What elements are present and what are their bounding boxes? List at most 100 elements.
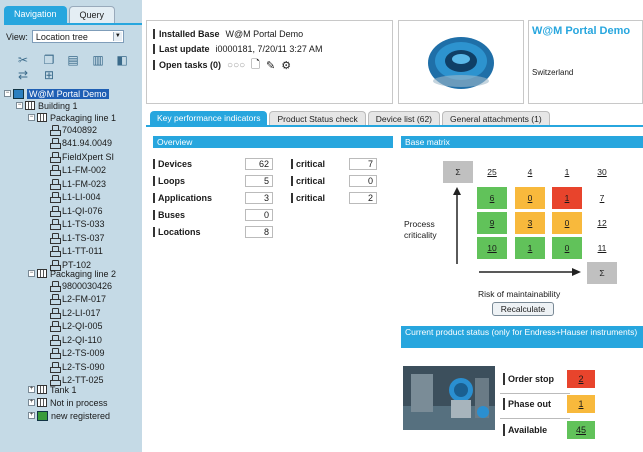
new-device-icon xyxy=(37,410,48,421)
expand-icon[interactable]: + xyxy=(28,399,35,406)
device-icon xyxy=(50,165,61,176)
tree-device[interactable]: L1-TT-011 xyxy=(50,246,103,257)
tree-device-label: L1-QI-076 xyxy=(62,205,103,216)
tree-device[interactable]: L2-QI-110 xyxy=(50,334,102,346)
tree-device[interactable]: 841.94.0049 xyxy=(50,138,112,149)
cut-icon[interactable]: ✂ xyxy=(16,53,30,67)
tree-line-1-label: Packaging line 1 xyxy=(50,112,117,123)
matrix-col-total[interactable]: 30 xyxy=(587,161,617,183)
building-icon xyxy=(37,269,47,278)
tree-device[interactable]: L2-TS-090 xyxy=(50,361,105,373)
tree-line-2[interactable]: − Packaging line 2 xyxy=(28,268,116,279)
tree-device[interactable]: L1-FM-023 xyxy=(50,178,106,190)
kpi-devices-value: 62 xyxy=(245,158,273,170)
tree-device[interactable]: L2-QI-005 xyxy=(50,321,103,332)
add-location-icon[interactable]: ⊞ xyxy=(42,68,56,82)
paste-icon[interactable]: ▤ xyxy=(66,53,80,67)
available-value[interactable]: 45 xyxy=(567,421,595,439)
tree-device[interactable]: L1-FM-002 xyxy=(50,165,106,176)
tree-device[interactable]: L1-QI-076 xyxy=(50,205,103,217)
tab-kpi[interactable]: Key performance indicators xyxy=(150,111,268,125)
export-icon[interactable]: ◧ xyxy=(115,53,129,67)
chevron-down-icon[interactable]: ▼ xyxy=(112,32,122,41)
tree-building[interactable]: − Building 1 xyxy=(16,100,78,111)
tree-root[interactable]: − W@M Portal Demo xyxy=(4,88,109,99)
tree-line-1[interactable]: − Packaging line 1 xyxy=(28,112,116,123)
tree-device[interactable]: L1-LI-004 xyxy=(50,192,101,203)
collapse-icon[interactable]: − xyxy=(28,114,35,121)
tree-device[interactable]: FieldXpert SI xyxy=(50,151,114,163)
matrix-cell[interactable]: 0 xyxy=(552,237,582,259)
criticality-arrow xyxy=(453,187,461,264)
last-update-label: Last update xyxy=(159,44,210,54)
device-icon xyxy=(50,151,61,163)
tree-device[interactable]: L2-LI-017 xyxy=(50,307,101,319)
matrix-col-total[interactable]: 4 xyxy=(515,161,545,183)
matrix-cell[interactable]: 1 xyxy=(552,187,582,209)
matrix-cell[interactable]: 0 xyxy=(515,187,545,209)
order-stop-value[interactable]: 2 xyxy=(567,370,595,388)
matrix-row-total[interactable]: 11 xyxy=(587,237,617,259)
view-select[interactable]: Location tree ▼ xyxy=(31,30,124,43)
matrix-col-total[interactable]: 1 xyxy=(552,161,582,183)
tree-new-registered[interactable]: + new registered xyxy=(28,410,110,421)
kpi-devices-label: Devices xyxy=(153,159,192,169)
overview-header: Overview xyxy=(153,136,393,148)
instrument-photo xyxy=(403,366,495,430)
kpi-loops-critical-value: 0 xyxy=(349,175,377,187)
collapse-icon[interactable]: − xyxy=(16,102,23,109)
installed-base-line: Installed Base W@M Portal Demo xyxy=(153,28,303,40)
tree-device[interactable]: L1-TS-033 xyxy=(50,219,105,230)
tree-root-label: W@M Portal Demo xyxy=(27,88,109,99)
tab-device-list[interactable]: Device list (62) xyxy=(367,111,441,125)
workflow-icon[interactable]: ⚙ xyxy=(281,59,291,72)
matrix-cell[interactable]: 10 xyxy=(477,237,507,259)
device-icon xyxy=(50,307,61,319)
phase-out-label: Phase out xyxy=(503,398,551,410)
matrix-cell[interactable]: 6 xyxy=(477,187,507,209)
tree-device-label: 9800030426 xyxy=(62,280,113,291)
phase-out-value[interactable]: 1 xyxy=(567,395,595,413)
kpi-buses-value: 0 xyxy=(245,209,273,221)
document-icon[interactable]: 🗋 xyxy=(251,56,260,75)
collapse-icon[interactable]: − xyxy=(28,270,35,277)
tree-device-label: L1-TS-033 xyxy=(62,219,105,229)
collapse-icon[interactable]: − xyxy=(4,90,11,97)
view-select-value: Location tree xyxy=(35,32,88,42)
building-icon xyxy=(37,385,47,394)
tree-device[interactable]: 9800030426 xyxy=(50,280,113,292)
tree-device[interactable]: L2-TS-009 xyxy=(50,348,105,359)
matrix-row-total[interactable]: 7 xyxy=(587,187,617,209)
matrix-row-total[interactable]: 12 xyxy=(587,212,617,234)
main-tabs: Key performance indicators Product Statu… xyxy=(150,111,550,125)
matrix-cell[interactable]: 9 xyxy=(477,212,507,234)
kpi-devices-critical-label: critical xyxy=(291,159,325,169)
kpi-loops-critical-label: critical xyxy=(291,176,325,186)
tree-device[interactable]: 7040892 xyxy=(50,124,97,136)
tab-navigation[interactable]: Navigation xyxy=(4,6,67,23)
matrix-cell[interactable]: 1 xyxy=(515,237,545,259)
delete-icon[interactable]: ▥ xyxy=(91,53,105,67)
move-icon[interactable]: ⇄ xyxy=(16,68,30,82)
recalculate-button[interactable]: Recalculate xyxy=(492,302,554,316)
tab-attachments[interactable]: General attachments (1) xyxy=(442,111,550,125)
tree-device[interactable]: L1-TS-037 xyxy=(50,232,105,244)
tree-tank[interactable]: + Tank 1 xyxy=(28,384,77,395)
copy-icon[interactable]: ❐ xyxy=(42,53,56,67)
device-icon xyxy=(50,205,61,217)
matrix-cell[interactable]: 3 xyxy=(515,212,545,234)
expand-icon[interactable]: + xyxy=(28,412,35,419)
tab-query[interactable]: Query xyxy=(68,6,116,23)
edit-icon[interactable]: ✎ xyxy=(266,59,275,72)
tree-device[interactable]: L2-FM-017 xyxy=(50,294,106,305)
device-icon xyxy=(50,178,61,190)
device-icon xyxy=(50,124,61,136)
tree-device-label: L1-TT-011 xyxy=(62,246,103,256)
tree-not-in-process[interactable]: + Not in process xyxy=(28,397,108,408)
matrix-col-total[interactable]: 25 xyxy=(477,161,507,183)
tab-product-status[interactable]: Product Status check xyxy=(269,111,366,125)
matrix-cell[interactable]: 0 xyxy=(552,212,582,234)
kpi-applications-value: 3 xyxy=(245,192,273,204)
matrix-sigma-bottom: Σ xyxy=(587,262,617,284)
expand-icon[interactable]: + xyxy=(28,386,35,393)
